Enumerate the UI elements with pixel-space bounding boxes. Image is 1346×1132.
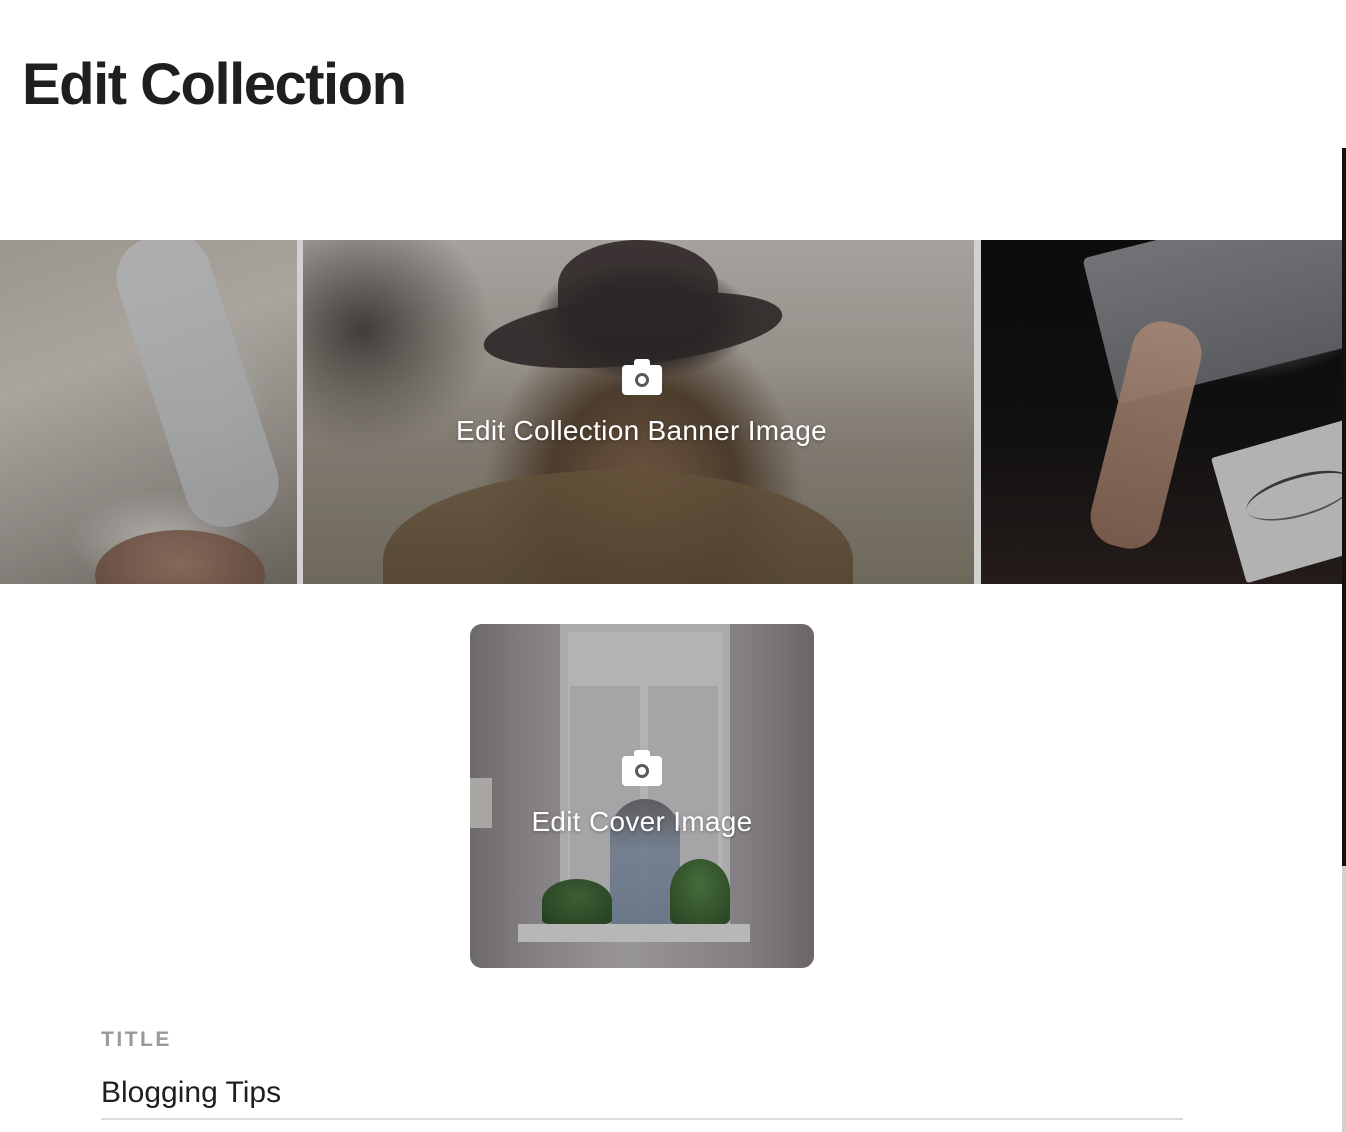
scrollbar-track-lower[interactable]: [1342, 866, 1346, 1132]
cover-edit-prompt: Edit Cover Image: [470, 750, 814, 838]
edit-collection-page: Edit Collection Edit Collection Banner I…: [0, 0, 1346, 1132]
camera-icon: [621, 359, 662, 395]
scrollbar-thumb[interactable]: [1342, 148, 1346, 866]
page-title: Edit Collection: [22, 52, 407, 117]
edit-banner-image-button[interactable]: Edit Collection Banner Image: [0, 240, 1342, 584]
camera-icon: [622, 750, 662, 786]
banner-edit-label: Edit Collection Banner Image: [455, 415, 828, 446]
title-field-label: TITLE: [101, 1028, 172, 1051]
title-input[interactable]: [101, 1076, 1183, 1120]
banner-edit-prompt: Edit Collection Banner Image: [303, 359, 980, 447]
title-field: TITLE: [101, 1026, 1183, 1120]
edit-cover-image-button[interactable]: Edit Cover Image: [470, 624, 814, 968]
cover-edit-label: Edit Cover Image: [531, 806, 753, 837]
